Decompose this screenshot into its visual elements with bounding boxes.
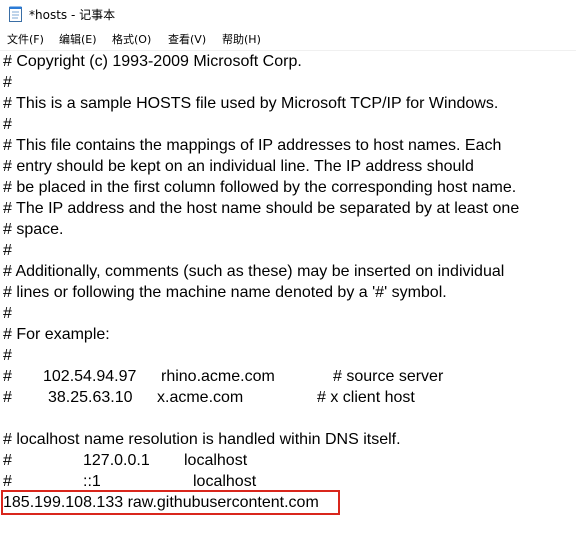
- window-title: *hosts - 记事本: [29, 8, 116, 22]
- text-line: # This is a sample HOSTS file used by Mi…: [3, 95, 499, 112]
- example-host: rhino.acme.com: [161, 368, 275, 385]
- example-ip: 38.25.63.10: [48, 389, 133, 406]
- localhost-host: localhost: [184, 452, 248, 469]
- highlight-box: [1, 490, 340, 515]
- text-line: # The IP address and the host name shoul…: [3, 200, 520, 217]
- menu-bar: 文件(F) 编辑(E) 格式(O) 查看(V) 帮助(H): [0, 30, 576, 51]
- text-line: # be placed in the first column followed…: [3, 179, 517, 196]
- text-line: # lines or following the machine name de…: [3, 284, 447, 301]
- comment-hash: #: [3, 452, 12, 469]
- text-line: # entry should be kept on an individual …: [3, 158, 474, 175]
- text-line: #: [3, 74, 12, 91]
- comment-hash: #: [3, 473, 12, 490]
- text-editor[interactable]: # Copyright (c) 1993-2009 Microsoft Corp…: [0, 51, 576, 539]
- localhost-line: # ::1 localhost: [3, 471, 563, 492]
- text-line: #: [3, 305, 12, 322]
- example-line: # 102.54.94.97 rhino.acme.com # source s…: [3, 366, 563, 387]
- example-comment: # x client host: [317, 389, 415, 406]
- menu-file[interactable]: 文件(F): [7, 32, 44, 48]
- example-ip: 102.54.94.97: [43, 368, 137, 385]
- localhost-ip: ::1: [83, 473, 101, 490]
- text-line: # Additionally, comments (such as these)…: [3, 263, 505, 280]
- example-host: x.acme.com: [157, 389, 244, 406]
- localhost-line: # 127.0.0.1 localhost: [3, 450, 563, 471]
- text-line: # For example:: [3, 326, 110, 343]
- text-line: # space.: [3, 221, 64, 238]
- notepad-icon: [9, 6, 22, 22]
- text-line: # Copyright (c) 1993-2009 Microsoft Corp…: [3, 53, 302, 70]
- menu-view[interactable]: 查看(V): [168, 32, 206, 48]
- localhost-host: localhost: [193, 473, 257, 490]
- menu-help[interactable]: 帮助(H): [222, 32, 261, 48]
- text-line: #: [3, 116, 12, 133]
- text-line: # This file contains the mappings of IP …: [3, 137, 502, 154]
- menu-format[interactable]: 格式(O): [112, 32, 151, 48]
- title-bar: *hosts - 记事本: [0, 0, 576, 30]
- text-line: #: [3, 347, 12, 364]
- text-line: #: [3, 242, 12, 259]
- comment-hash: #: [3, 389, 12, 406]
- comment-hash: #: [3, 368, 12, 385]
- text-line: # localhost name resolution is handled w…: [3, 431, 401, 448]
- example-comment: # source server: [333, 368, 444, 385]
- example-line: # 38.25.63.10 x.acme.com # x client host: [3, 387, 563, 408]
- localhost-ip: 127.0.0.1: [83, 452, 150, 469]
- menu-edit[interactable]: 编辑(E): [59, 32, 97, 48]
